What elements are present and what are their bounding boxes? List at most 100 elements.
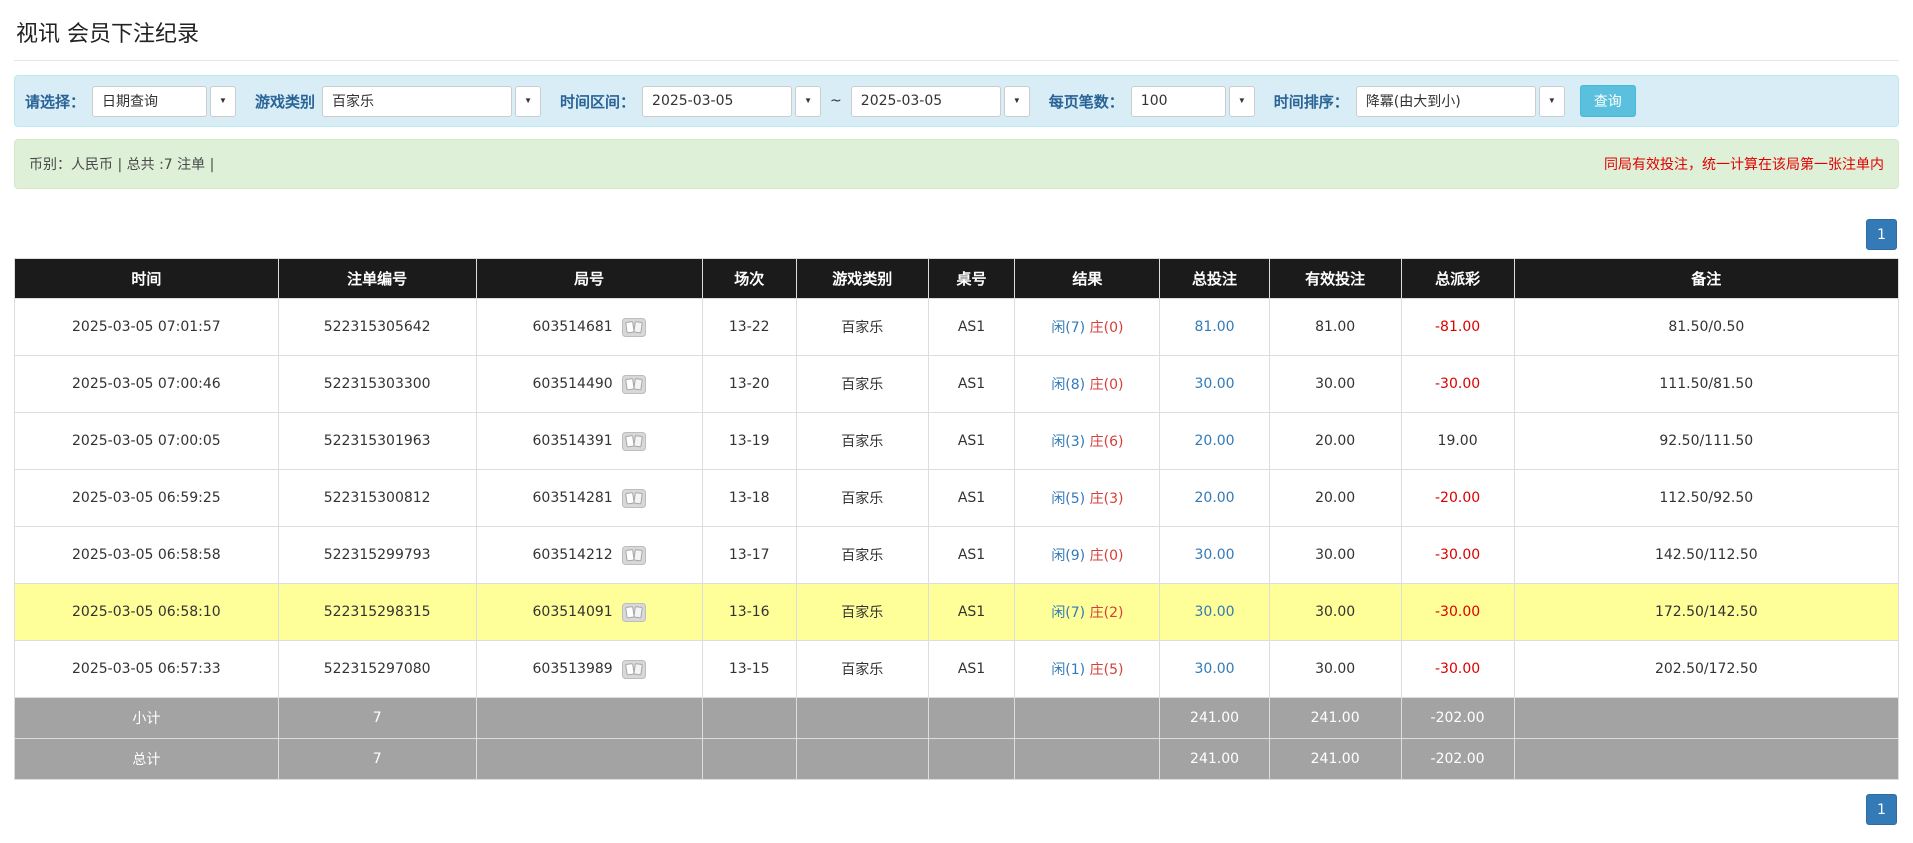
game-result: 闲(5) 庄(3) (1015, 470, 1160, 527)
per-page-input[interactable] (1131, 86, 1226, 117)
remark: 202.50/172.50 (1514, 641, 1898, 698)
total-bet-cell: 30.00 (1160, 641, 1269, 698)
banker-result: 庄(2) (1090, 605, 1124, 621)
round-number: 603514490 (533, 376, 613, 392)
bet-id: 522315297080 (278, 641, 476, 698)
cards-icon-svg (622, 318, 646, 337)
total-bet-cell: 30.00 (1160, 584, 1269, 641)
time-range-label: 时间区间： (560, 91, 635, 112)
remark: 81.50/0.50 (1514, 299, 1898, 356)
total-bet-link[interactable]: 81.00 (1195, 319, 1235, 335)
summary-label: 总计 (15, 739, 279, 780)
view-cards-icon[interactable] (622, 375, 646, 394)
date-to-input[interactable] (851, 86, 1001, 117)
session: 13-15 (702, 641, 796, 698)
caret-down-icon: ▼ (804, 97, 812, 105)
game-result: 闲(8) 庄(0) (1015, 356, 1160, 413)
summary-valid-bet: 241.00 (1269, 698, 1401, 739)
remark: 112.50/92.50 (1514, 470, 1898, 527)
payout-cell: -81.00 (1401, 299, 1514, 356)
info-bar: 币别：人民币 | 总共 :7 注单 | 同局有效投注，统一计算在该局第一张注单内 (14, 139, 1899, 189)
round-number: 603514091 (533, 604, 613, 620)
table-body: 2025-03-05 07:01:57522315305642603514681… (15, 299, 1899, 698)
summary-label: 小计 (15, 698, 279, 739)
table-number: AS1 (928, 584, 1015, 641)
payout-cell: -30.00 (1401, 641, 1514, 698)
per-page-dropdown-button[interactable]: ▼ (1229, 86, 1255, 117)
time-sort-label: 时间排序： (1274, 91, 1349, 112)
total-bet-link[interactable]: 30.00 (1195, 376, 1235, 392)
total-bet-link[interactable]: 30.00 (1195, 547, 1235, 563)
view-cards-icon[interactable] (622, 432, 646, 451)
date-from-dropdown-button[interactable]: ▼ (795, 86, 821, 117)
view-cards-icon[interactable] (622, 489, 646, 508)
table-header-row: 时间注单编号局号场次游戏类别桌号结果总投注有效投注总派彩备注 (15, 259, 1899, 299)
empty-cell (702, 698, 796, 739)
date-to-dropdown-button[interactable]: ▼ (1004, 86, 1030, 117)
view-cards-icon[interactable] (622, 546, 646, 565)
time-sort-input[interactable] (1356, 86, 1536, 117)
empty-cell (796, 698, 928, 739)
banker-result: 庄(5) (1090, 662, 1124, 678)
cards-icon-svg (622, 432, 646, 451)
valid-bet: 20.00 (1269, 413, 1401, 470)
table-row: 2025-03-05 07:00:46522315303300603514490… (15, 356, 1899, 413)
banker-result: 庄(6) (1090, 434, 1124, 450)
search-button[interactable]: 查询 (1580, 85, 1636, 117)
bet-time: 2025-03-05 06:58:10 (15, 584, 279, 641)
cards-icon-svg (622, 546, 646, 565)
game-type-combobox: ▼ (322, 86, 541, 117)
pagination-top: 1 (16, 219, 1897, 250)
total-bet-link[interactable]: 30.00 (1195, 661, 1235, 677)
per-page-label: 每页笔数： (1049, 91, 1124, 112)
view-cards-icon[interactable] (622, 660, 646, 679)
session: 13-16 (702, 584, 796, 641)
round-number: 603514212 (533, 547, 613, 563)
page: 视讯 会员下注纪录 请选择： ▼ 游戏类别 ▼ 时间区间： ▼ ~ ▼ 每页笔数… (0, 0, 1913, 843)
view-cards-icon[interactable] (622, 318, 646, 337)
time-sort-dropdown-button[interactable]: ▼ (1539, 86, 1565, 117)
player-result: 闲(3) (1051, 434, 1085, 450)
cards-icon-svg (622, 375, 646, 394)
game-result: 闲(3) 庄(6) (1015, 413, 1160, 470)
total-bet-cell: 20.00 (1160, 470, 1269, 527)
bet-time: 2025-03-05 07:00:05 (15, 413, 279, 470)
total-bet-link[interactable]: 20.00 (1195, 433, 1235, 449)
game-type-input[interactable] (322, 86, 512, 117)
filter-bar: 请选择： ▼ 游戏类别 ▼ 时间区间： ▼ ~ ▼ 每页笔数： ▼ 时间排序： … (14, 75, 1899, 127)
page-button-1[interactable]: 1 (1866, 219, 1897, 250)
table-number: AS1 (928, 527, 1015, 584)
date-range-separator: ~ (830, 93, 842, 109)
query-type-label: 请选择： (25, 91, 85, 112)
summary-payout: -202.00 (1401, 739, 1514, 780)
banker-result: 庄(0) (1090, 320, 1124, 336)
summary-count: 7 (278, 739, 476, 780)
valid-bet: 30.00 (1269, 356, 1401, 413)
notice-text: 同局有效投注，统一计算在该局第一张注单内 (1604, 154, 1884, 174)
subtotal-row: 小计7241.00241.00-202.00 (15, 698, 1899, 739)
round-number: 603513989 (533, 661, 613, 677)
total-bet-link[interactable]: 30.00 (1195, 604, 1235, 620)
cards-icon-svg (622, 489, 646, 508)
total-bet-cell: 81.00 (1160, 299, 1269, 356)
date-from-input[interactable] (642, 86, 792, 117)
summary-text: 币别：人民币 | 总共 :7 注单 | (29, 154, 214, 174)
bet-id: 522315300812 (278, 470, 476, 527)
player-result: 闲(7) (1051, 605, 1085, 621)
summary-valid-bet: 241.00 (1269, 739, 1401, 780)
table-number: AS1 (928, 641, 1015, 698)
page-button-1[interactable]: 1 (1866, 794, 1897, 825)
summary-count: 7 (278, 698, 476, 739)
game-type: 百家乐 (796, 299, 928, 356)
payout-value: -81.00 (1435, 319, 1480, 335)
view-cards-icon[interactable] (622, 603, 646, 622)
query-type-input[interactable] (92, 86, 207, 117)
table-number: AS1 (928, 470, 1015, 527)
round-number: 603514681 (533, 319, 613, 335)
column-header: 场次 (702, 259, 796, 299)
column-header: 有效投注 (1269, 259, 1401, 299)
session: 13-22 (702, 299, 796, 356)
game-type-dropdown-button[interactable]: ▼ (515, 86, 541, 117)
query-type-dropdown-button[interactable]: ▼ (210, 86, 236, 117)
total-bet-link[interactable]: 20.00 (1195, 490, 1235, 506)
